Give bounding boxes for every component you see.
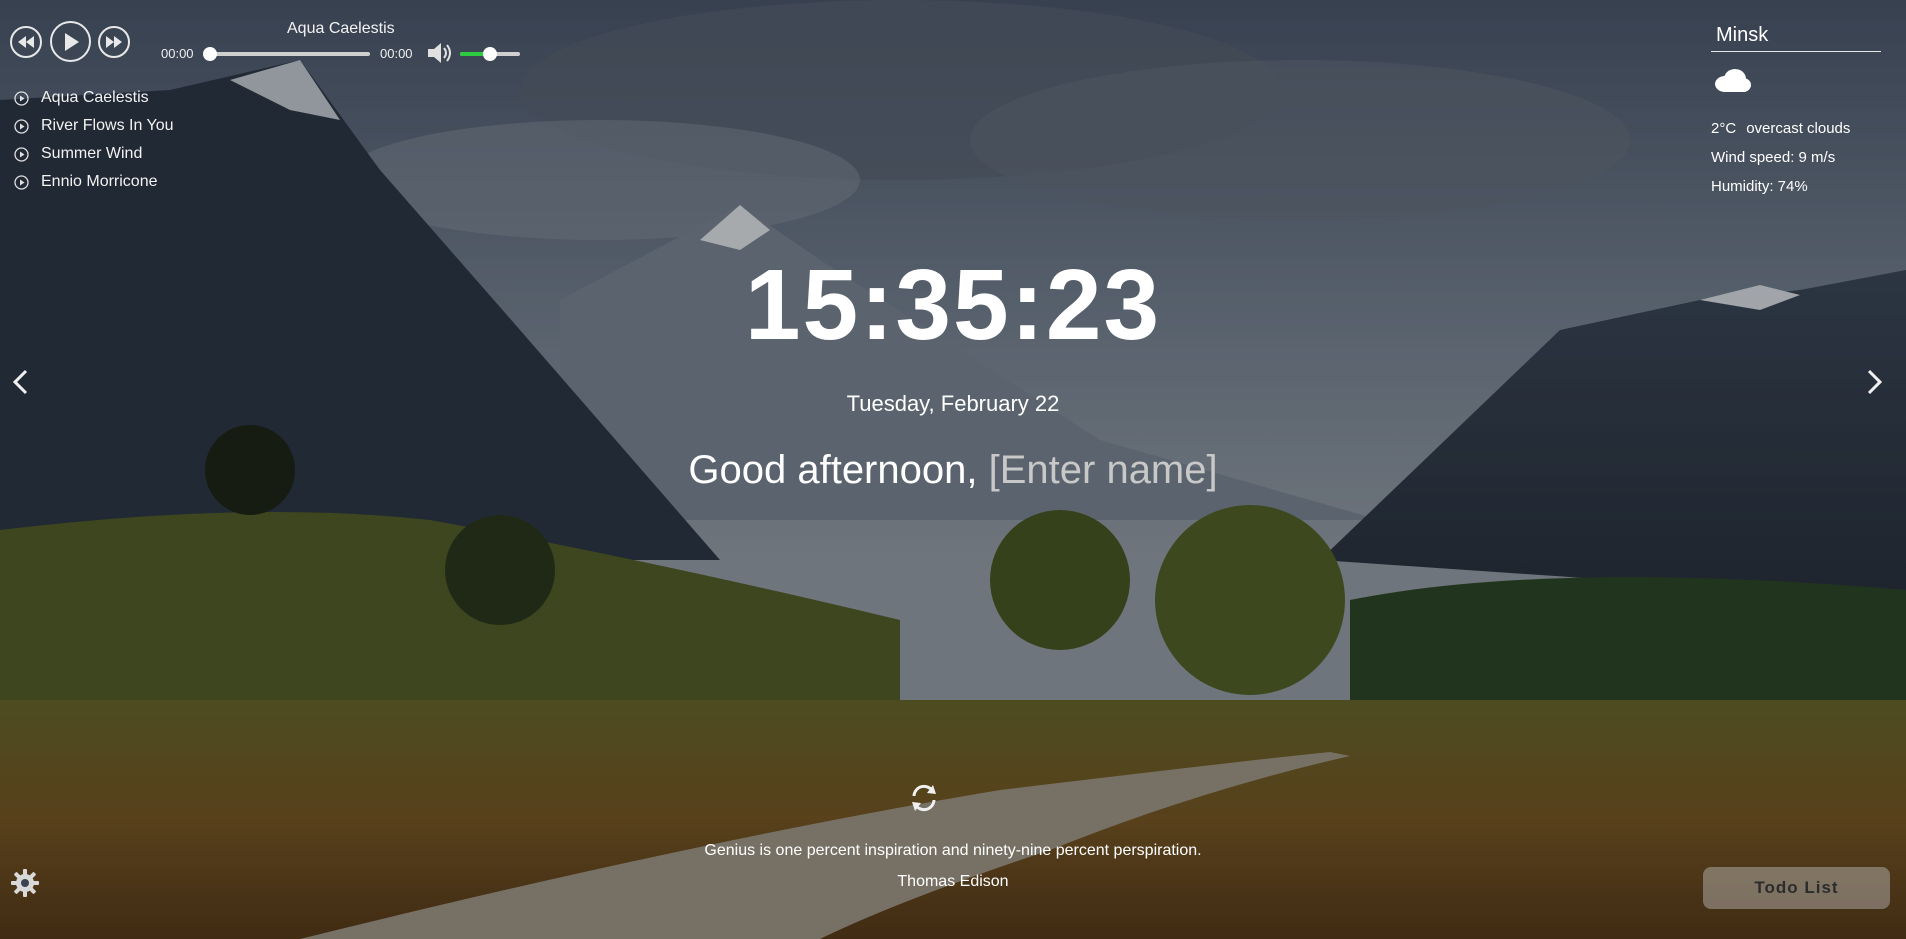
weather-widget: Minsk 2°C overcast clouds Wind speed: 9 m… [1711, 24, 1883, 199]
chevron-left-icon [12, 369, 28, 395]
volume-knob[interactable] [483, 47, 497, 61]
current-time: 00:00 [161, 46, 194, 61]
name-input[interactable]: [Enter name] [989, 448, 1218, 492]
chevron-right-icon [1867, 369, 1883, 395]
temperature-line: 2°C overcast clouds [1711, 117, 1883, 141]
audio-player: Aqua Caelestis 00:00 00:00 [10, 8, 530, 63]
mute-button[interactable] [426, 41, 454, 65]
playlist-item[interactable]: Ennio Morricone [14, 168, 174, 196]
playlist-item-label: Summer Wind [41, 145, 143, 162]
greeting-text: Good afternoon, [688, 448, 978, 492]
volume-slider[interactable] [460, 47, 520, 61]
quote-text: Genius is one percent inspiration and ni… [704, 842, 1202, 859]
rewind-icon [18, 36, 34, 48]
play-button[interactable] [50, 21, 91, 62]
wind-speed: Wind speed: 9 m/s [1711, 149, 1836, 166]
cloud-icon [1715, 69, 1751, 92]
play-icon [64, 32, 79, 51]
playlist-item[interactable]: Summer Wind [14, 140, 174, 168]
current-date: Tuesday, February 22 [846, 391, 1060, 416]
todo-list-button[interactable]: Todo List [1703, 867, 1890, 909]
play-circle-icon [14, 90, 29, 106]
settings-button[interactable] [10, 868, 40, 898]
playlist-item[interactable]: Aqua Caelestis [14, 84, 174, 112]
playlist: Aqua Caelestis River Flows In You Summer… [14, 84, 174, 196]
humidity: Humidity: 74% [1711, 178, 1808, 195]
current-track-title: Aqua Caelestis [287, 20, 395, 37]
progress-knob[interactable] [203, 47, 217, 61]
quote-author: Thomas Edison [897, 873, 1009, 890]
next-track-button[interactable] [98, 26, 130, 58]
play-circle-icon [14, 118, 29, 134]
change-quote-button[interactable] [906, 780, 942, 816]
temperature: 2°C [1711, 120, 1737, 137]
clock-time: 15:35:23 [744, 249, 1162, 361]
play-circle-icon [14, 146, 29, 162]
next-slide-button[interactable] [1862, 367, 1886, 397]
speaker-icon [428, 43, 451, 63]
fast-forward-icon [106, 36, 122, 48]
prev-track-button[interactable] [10, 26, 42, 58]
playlist-item-label: River Flows In You [41, 117, 174, 134]
city-input[interactable]: Minsk [1711, 24, 1881, 52]
gear-icon [11, 869, 39, 897]
refresh-icon [912, 784, 936, 812]
duration-time: 00:00 [380, 46, 413, 61]
prev-slide-button[interactable] [9, 367, 33, 397]
progress-bar[interactable] [203, 47, 370, 61]
playlist-item-label: Aqua Caelestis [41, 89, 149, 106]
playlist-item-label: Ennio Morricone [41, 173, 158, 190]
weather-description: overcast clouds [1746, 120, 1851, 137]
play-circle-icon [14, 174, 29, 190]
playlist-item[interactable]: River Flows In You [14, 112, 174, 140]
greeting: Good afternoon, [Enter name] [0, 448, 1906, 493]
